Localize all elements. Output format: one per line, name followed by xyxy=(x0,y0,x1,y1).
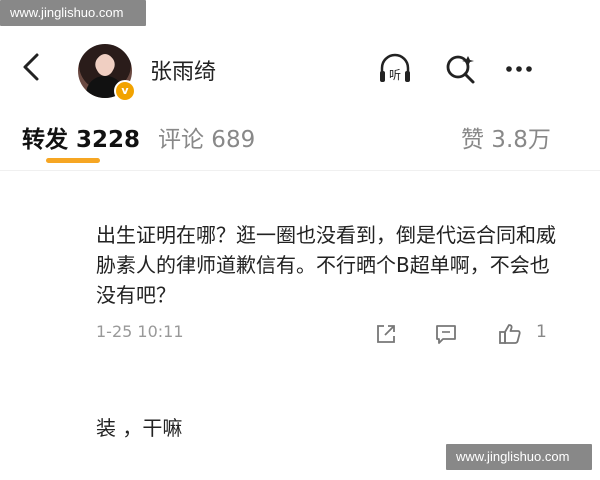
tab-comment[interactable]: 评论 689 xyxy=(158,120,255,154)
username[interactable]: 张雨绮 xyxy=(150,54,216,86)
more-icon[interactable] xyxy=(502,52,536,86)
comment-meta: 1-25 10:11 1 xyxy=(96,322,566,350)
tab-repost[interactable]: 转发 3228 xyxy=(22,120,140,154)
listen-label: 听 xyxy=(389,68,401,82)
back-arrow-icon[interactable] xyxy=(20,52,42,82)
tab-bar: 转发 3228 评论 689 赞 3.8万 xyxy=(0,118,600,168)
comment-time: 1-25 10:11 xyxy=(96,322,184,341)
comment[interactable]: 出生证明在哪？逛一圈也没看到，倒是代运合同和威胁素人的律师道歉信有。不行晒个B超… xyxy=(96,220,556,310)
tab-like[interactable]: 赞 3.8万 xyxy=(461,120,551,154)
like-thumb-icon[interactable] xyxy=(498,322,522,346)
share-icon[interactable] xyxy=(374,322,398,346)
comment-text: 出生证明在哪？逛一圈也没看到，倒是代运合同和威胁素人的律师道歉信有。不行晒个B超… xyxy=(96,223,556,307)
listen-headphones-icon[interactable]: 听 xyxy=(378,52,412,86)
header: v 张雨绮 听 xyxy=(0,40,600,102)
avatar-face xyxy=(96,54,114,76)
divider xyxy=(0,170,600,171)
active-tab-indicator xyxy=(46,158,100,163)
watermark-top: www.jinglishuo.com xyxy=(0,0,146,26)
verified-badge-icon: v xyxy=(114,80,136,102)
reply-icon[interactable] xyxy=(434,322,458,346)
watermark-bottom: www.jinglishuo.com xyxy=(446,444,592,470)
like-count: 1 xyxy=(536,322,547,342)
next-comment-text[interactable]: 装 ，干嘛 xyxy=(96,412,182,441)
search-icon[interactable] xyxy=(444,52,478,86)
